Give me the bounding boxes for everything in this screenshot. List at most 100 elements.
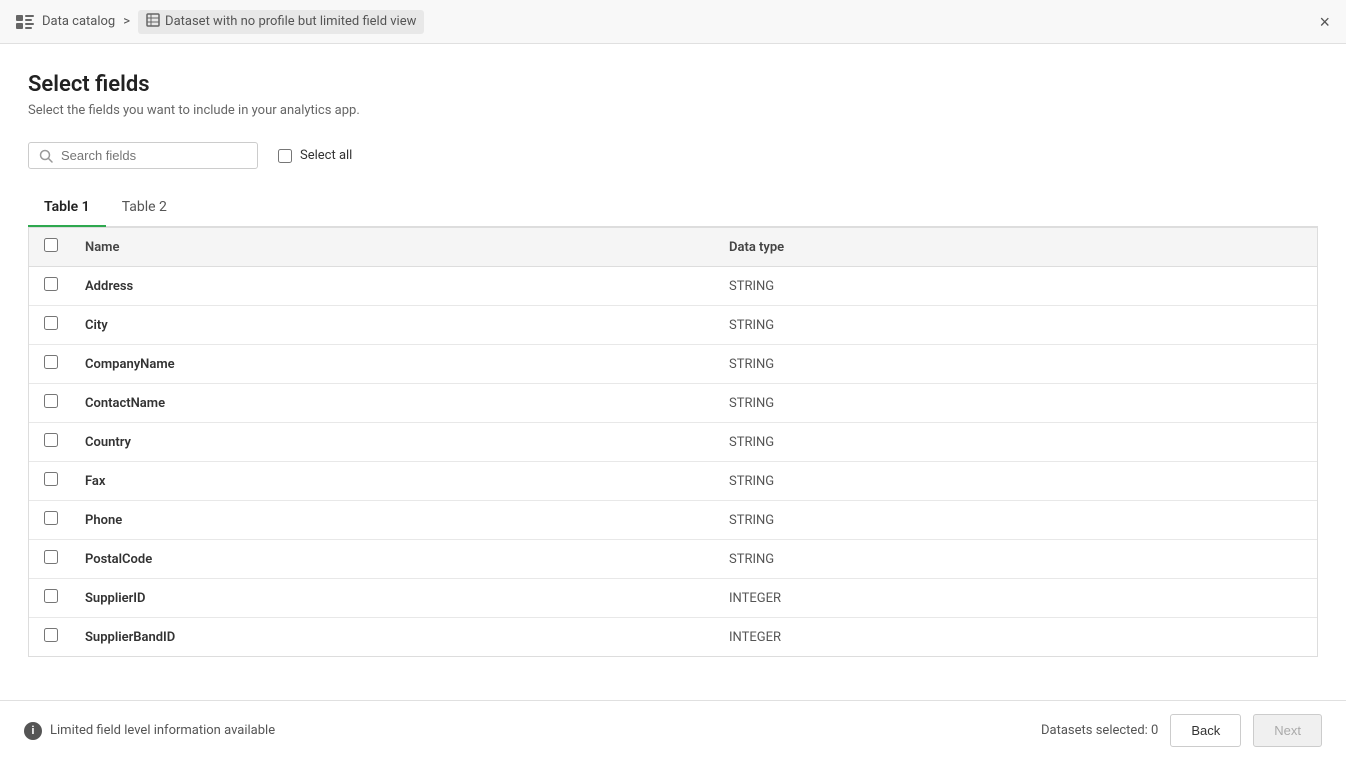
field-name: City: [85, 318, 108, 333]
row-datatype-cell: STRING: [717, 462, 1317, 501]
field-name: Phone: [85, 513, 122, 528]
row-checkbox-0[interactable]: [44, 277, 58, 291]
row-checkbox-3[interactable]: [44, 394, 58, 408]
footer-info: i Limited field level information availa…: [24, 722, 275, 740]
row-datatype-cell: STRING: [717, 384, 1317, 423]
row-checkbox-6[interactable]: [44, 511, 58, 525]
breadcrumb-separator: >: [123, 14, 130, 29]
back-button[interactable]: Back: [1170, 714, 1241, 747]
main-content: Select fields Select the fields you want…: [0, 44, 1346, 657]
header-checkbox-cell: [29, 228, 73, 267]
fields-table-wrapper: Name Data type Address STRING City STRIN…: [28, 227, 1318, 657]
row-checkbox-4[interactable]: [44, 433, 58, 447]
data-type: STRING: [729, 396, 774, 411]
row-checkbox-cell: [29, 345, 73, 384]
row-checkbox-cell: [29, 618, 73, 657]
row-datatype-cell: INTEGER: [717, 618, 1317, 657]
row-name-cell: SupplierID: [73, 579, 717, 618]
table-row: Country STRING: [29, 423, 1317, 462]
table-row: SupplierBandID INTEGER: [29, 618, 1317, 657]
footer-actions: Datasets selected: 0 Back Next: [1041, 714, 1322, 747]
next-button[interactable]: Next: [1253, 714, 1322, 747]
row-checkbox-5[interactable]: [44, 472, 58, 486]
top-nav: Data catalog > Dataset with no profile b…: [0, 0, 1346, 44]
table-row: Phone STRING: [29, 501, 1317, 540]
breadcrumb: Data catalog > Dataset with no profile b…: [16, 10, 424, 34]
field-name: Country: [85, 435, 131, 450]
data-type: INTEGER: [729, 630, 781, 645]
data-type: STRING: [729, 357, 774, 372]
dataset-label: Dataset with no profile but limited fiel…: [165, 14, 416, 29]
datasets-selected: Datasets selected: 0: [1041, 723, 1158, 738]
header-checkbox[interactable]: [44, 238, 58, 252]
header-name: Name: [73, 228, 717, 267]
row-datatype-cell: STRING: [717, 423, 1317, 462]
data-type: STRING: [729, 435, 774, 450]
header-datatype: Data type: [717, 228, 1317, 267]
row-checkbox-cell: [29, 501, 73, 540]
field-name: Fax: [85, 474, 106, 489]
page-subtitle: Select the fields you want to include in…: [28, 103, 1318, 118]
row-checkbox-7[interactable]: [44, 550, 58, 564]
row-checkbox-cell: [29, 384, 73, 423]
dataset-badge: Dataset with no profile but limited fiel…: [138, 10, 424, 34]
field-name: ContactName: [85, 396, 165, 411]
row-datatype-cell: STRING: [717, 267, 1317, 306]
row-datatype-cell: STRING: [717, 306, 1317, 345]
data-type: INTEGER: [729, 591, 781, 606]
select-all-label[interactable]: Select all: [278, 148, 352, 163]
row-name-cell: Fax: [73, 462, 717, 501]
row-name-cell: CompanyName: [73, 345, 717, 384]
table-row: City STRING: [29, 306, 1317, 345]
row-checkbox-2[interactable]: [44, 355, 58, 369]
row-checkbox-cell: [29, 579, 73, 618]
table-row: Fax STRING: [29, 462, 1317, 501]
row-checkbox-cell: [29, 540, 73, 579]
row-checkbox-8[interactable]: [44, 589, 58, 603]
search-input[interactable]: [61, 148, 247, 163]
table-row: CompanyName STRING: [29, 345, 1317, 384]
select-all-text: Select all: [300, 148, 352, 163]
search-row: Select all: [28, 142, 1318, 169]
table-row: SupplierID INTEGER: [29, 579, 1317, 618]
table-row: PostalCode STRING: [29, 540, 1317, 579]
row-checkbox-cell: [29, 462, 73, 501]
search-icon: [39, 149, 53, 163]
tabs-container: Table 1 Table 2: [28, 189, 1318, 227]
row-checkbox-1[interactable]: [44, 316, 58, 330]
table-body: Address STRING City STRING CompanyName S…: [29, 267, 1317, 657]
tab-table2[interactable]: Table 2: [106, 189, 183, 227]
row-datatype-cell: INTEGER: [717, 579, 1317, 618]
row-name-cell: PostalCode: [73, 540, 717, 579]
row-checkbox-cell: [29, 423, 73, 462]
dataset-icon: [146, 13, 160, 31]
data-type: STRING: [729, 474, 774, 489]
row-datatype-cell: STRING: [717, 540, 1317, 579]
field-name: Address: [85, 279, 133, 294]
tab-table1[interactable]: Table 1: [28, 189, 106, 227]
field-name: SupplierID: [85, 591, 145, 606]
page-title: Select fields: [28, 72, 1318, 97]
row-name-cell: Address: [73, 267, 717, 306]
row-name-cell: City: [73, 306, 717, 345]
data-type: STRING: [729, 279, 774, 294]
row-checkbox-cell: [29, 306, 73, 345]
close-button[interactable]: ×: [1319, 13, 1330, 31]
select-all-checkbox[interactable]: [278, 149, 292, 163]
footer: i Limited field level information availa…: [0, 700, 1346, 760]
row-datatype-cell: STRING: [717, 345, 1317, 384]
row-name-cell: SupplierBandID: [73, 618, 717, 657]
data-type: STRING: [729, 513, 774, 528]
row-name-cell: Country: [73, 423, 717, 462]
table-header-row: Name Data type: [29, 228, 1317, 267]
row-checkbox-9[interactable]: [44, 628, 58, 642]
row-checkbox-cell: [29, 267, 73, 306]
row-name-cell: ContactName: [73, 384, 717, 423]
field-name: PostalCode: [85, 552, 152, 567]
search-box: [28, 142, 258, 169]
data-type: STRING: [729, 552, 774, 567]
catalog-label: Data catalog: [42, 14, 115, 29]
catalog-icon: [16, 15, 34, 29]
footer-info-text: Limited field level information availabl…: [50, 723, 275, 738]
data-type: STRING: [729, 318, 774, 333]
